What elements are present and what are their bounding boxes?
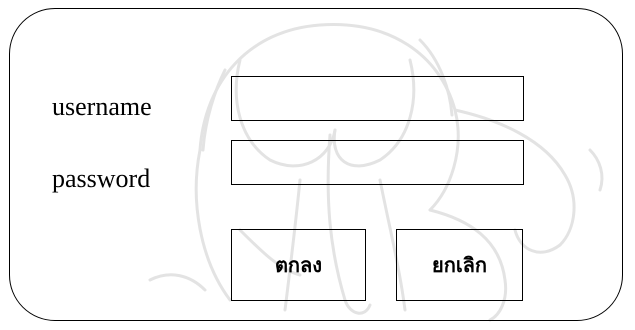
password-label: password [52, 164, 151, 193]
username-input[interactable] [231, 76, 524, 121]
username-label: username [52, 92, 152, 121]
cancel-button[interactable]: ยกเลิก [396, 229, 523, 301]
ok-button[interactable]: ตกลง [231, 229, 366, 301]
password-input[interactable] [231, 140, 524, 185]
